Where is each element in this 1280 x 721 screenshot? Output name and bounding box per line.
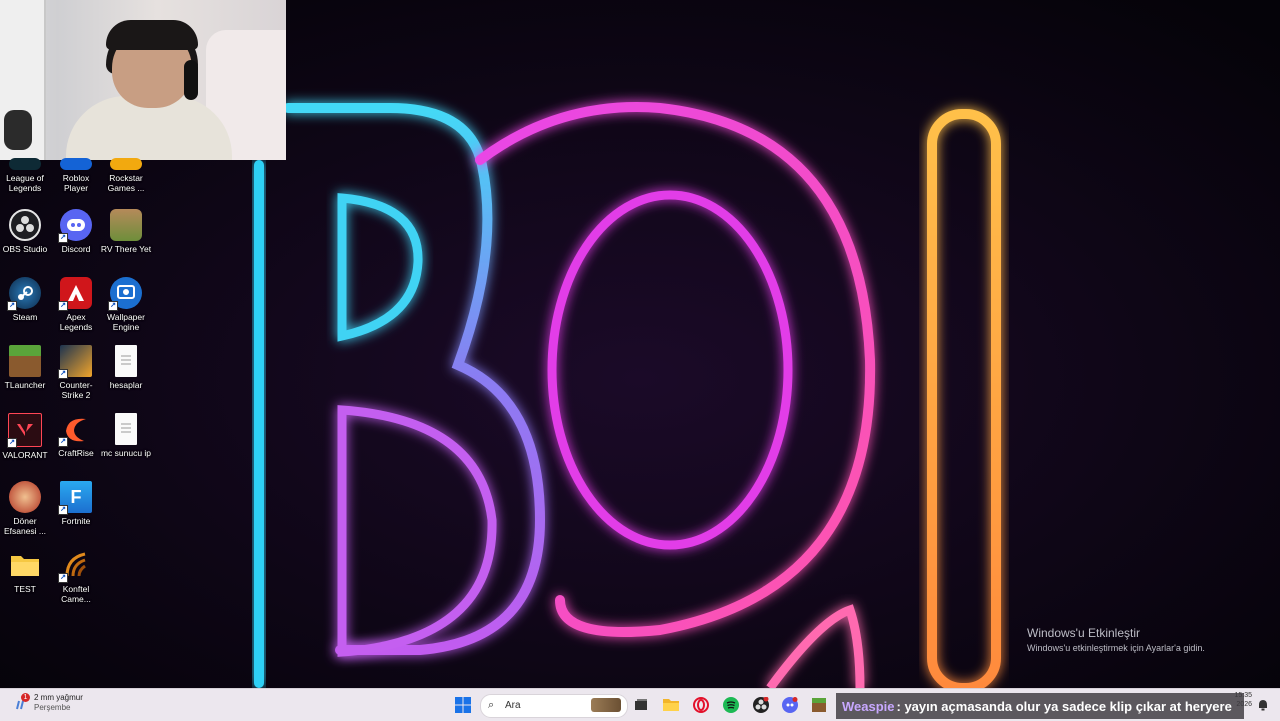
text-file-icon [115, 345, 137, 377]
desktop-icon-apex[interactable]: ↗ Apex Legends [50, 277, 102, 332]
activation-subtitle: Windows'u etkinleştirmek için Ayarlar'a … [1027, 643, 1205, 653]
search-highlight-image [591, 698, 621, 712]
desktop-icon-doner-efsanesi[interactable]: Döner Efsanesi ... [0, 481, 51, 536]
fortnite-icon: F ↗ [58, 481, 92, 515]
spotify-icon [723, 697, 739, 713]
minecraft-icon [812, 698, 826, 712]
chat-message: : yayın açmasanda olur ya sadece klip çı… [896, 698, 1232, 714]
desktop-icon-test-folder[interactable]: TEST [0, 549, 51, 594]
minecraft-taskbar-button[interactable] [810, 696, 828, 714]
notification-button[interactable] [1254, 696, 1272, 714]
folder-icon [9, 549, 41, 581]
weather-badge: 1 [21, 693, 30, 702]
desktop-icon-obs[interactable]: OBS Studio [0, 209, 51, 254]
search-placeholder: Ara [505, 700, 521, 711]
desktop-icon-konftel[interactable]: ↗ Konftel Came... [50, 549, 102, 604]
weather-widget[interactable]: 1 2 mm yağmur Perşembe [14, 693, 83, 713]
notification-icon [1259, 700, 1267, 711]
obs-taskbar-button[interactable] [752, 696, 770, 714]
folder-icon [663, 699, 679, 711]
desktop-icon-tlauncher[interactable]: TLauncher [0, 345, 51, 390]
opera-icon [693, 697, 709, 713]
spotify-button[interactable] [722, 696, 740, 714]
counter-strike-icon: ↗ [58, 345, 92, 379]
search-icon: ⌕ [488, 699, 495, 711]
start-button[interactable] [454, 696, 472, 714]
apex-icon: ↗ [58, 277, 92, 311]
desktop-icon-roblox[interactable]: Roblox Player [50, 158, 102, 193]
rv-there-yet-icon [110, 209, 142, 241]
taskbar-search-box[interactable]: ⌕ Ara [480, 694, 628, 718]
rockstar-icon [110, 158, 142, 170]
neon-line-left [254, 160, 264, 688]
roblox-icon [60, 158, 92, 170]
desktop-icon-craftrise[interactable]: ↗ CraftRise [50, 413, 102, 458]
task-view-button[interactable] [632, 696, 650, 714]
chat-username: Weaspie [842, 698, 895, 714]
desktop-icon-discord[interactable]: ↗ Discord [50, 209, 102, 254]
konftel-icon: ↗ [58, 549, 92, 583]
desktop-icon-steam[interactable]: ↗ Steam [0, 277, 51, 322]
discord-taskbar-button[interactable] [781, 696, 799, 714]
webcam-overlay [0, 0, 286, 160]
windows-activation-watermark: Windows'u Etkinleştir Windows'u etkinleş… [1027, 626, 1205, 653]
desktop-icon-fortnite[interactable]: F ↗ Fortnite [50, 481, 102, 526]
desktop-icon-counter-strike[interactable]: ↗ Counter-Strike 2 [50, 345, 102, 400]
desktop-icon-rockstar[interactable]: Rockstar Games ... [100, 158, 152, 193]
weather-text: 2 mm yağmur [34, 693, 83, 702]
league-of-legends-icon [9, 158, 41, 170]
tlauncher-icon [9, 345, 41, 377]
weather-day: Perşembe [34, 703, 71, 712]
discord-icon: ↗ [58, 209, 92, 243]
desktop-icon-wallpaper-engine[interactable]: ↗ Wallpaper Engine [100, 277, 152, 332]
desktop-icon-league-of-legends[interactable]: League of Legends [0, 158, 51, 193]
windows-logo-icon [455, 697, 471, 713]
task-view-icon [635, 699, 647, 710]
obs-icon [753, 697, 769, 713]
desktop-icon-valorant[interactable]: ↗ VALORANT [0, 413, 51, 460]
desktop-icon-rv-there-yet[interactable]: RV There Yet [100, 209, 152, 254]
doner-efsanesi-icon [9, 481, 41, 513]
craftrise-icon: ↗ [58, 413, 92, 447]
desktop-icon-hesaplar[interactable]: hesaplar [100, 345, 152, 390]
stream-chat-overlay: Weaspie : yayın açmasanda olur ya sadece… [836, 693, 1244, 719]
file-explorer-button[interactable] [662, 696, 680, 714]
discord-icon [782, 697, 798, 713]
rain-icon: 1 [14, 693, 30, 710]
text-file-icon [115, 413, 137, 445]
steam-icon: ↗ [7, 277, 41, 311]
activation-title: Windows'u Etkinleştir [1027, 626, 1140, 640]
wallpaper-engine-icon: ↗ [108, 277, 142, 311]
obs-icon [9, 209, 41, 241]
valorant-icon: ↗ [7, 413, 42, 448]
desktop-icon-mc-sunucu-ip[interactable]: mc sunucu ip [100, 413, 152, 458]
opera-button[interactable] [692, 696, 710, 714]
